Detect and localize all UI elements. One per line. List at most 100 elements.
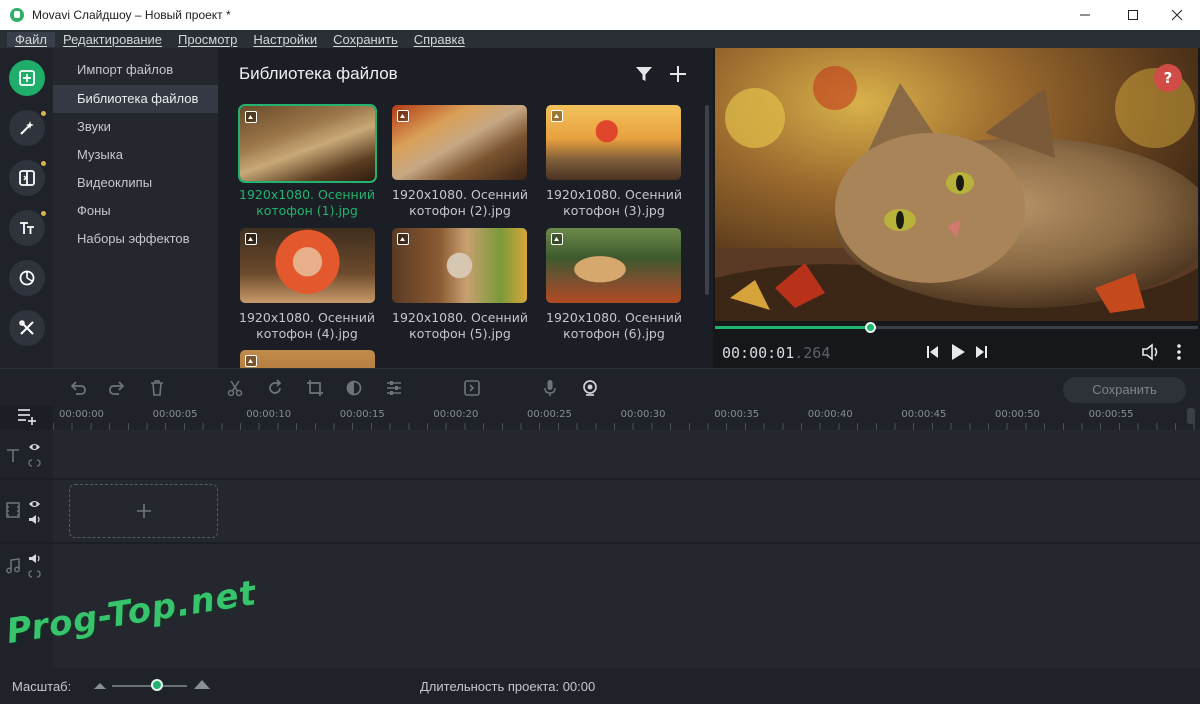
redo-icon[interactable]	[107, 378, 127, 398]
progress-fill	[715, 326, 870, 329]
add-track-icon[interactable]	[16, 406, 38, 426]
cut-icon[interactable]	[225, 378, 245, 398]
file-caption: 1920x1080. Осенний котофон (3).jpg	[546, 187, 682, 218]
new-content-dot	[41, 111, 46, 116]
new-content-dot	[41, 161, 46, 166]
speaker-icon[interactable]	[28, 553, 41, 564]
ruler-time-label: 00:00:25	[527, 409, 572, 420]
minimize-button[interactable]	[1062, 0, 1108, 30]
scale-label: Масштаб:	[12, 679, 72, 694]
menu-save[interactable]: Сохранить	[325, 32, 406, 47]
crop-icon[interactable]	[305, 378, 325, 398]
zoom-slider-handle[interactable]	[151, 679, 163, 691]
menu-view[interactable]: Просмотр	[170, 32, 245, 47]
file-thumbnail[interactable]	[238, 104, 377, 183]
file-thumbnail[interactable]	[392, 228, 527, 303]
category-item[interactable]: Звуки	[53, 113, 218, 141]
file-library: Библиотека файлов 1920x1080. Осенний кото…	[218, 48, 713, 368]
ruler-time-label: 00:00:00	[59, 409, 104, 420]
library-title: Библиотека файлов	[239, 64, 398, 83]
file-thumbnail[interactable]	[240, 350, 375, 368]
image-type-icon	[551, 110, 563, 122]
image-type-icon	[551, 233, 563, 245]
visibility-eye-icon[interactable]	[28, 499, 41, 509]
ruler-scroll-handle[interactable]	[1187, 408, 1195, 424]
file-thumbnail[interactable]	[240, 228, 375, 303]
ruler-time-label: 00:00:05	[152, 409, 198, 420]
ruler-time-label: 00:00:15	[339, 409, 385, 420]
save-button[interactable]: Сохранить	[1063, 377, 1186, 403]
play-icon[interactable]	[948, 342, 968, 362]
delete-icon[interactable]	[147, 378, 167, 398]
maximize-button[interactable]	[1110, 0, 1156, 30]
menu-bar: Файл Редактирование Просмотр Настройки С…	[0, 30, 1200, 48]
import-tool-button[interactable]	[9, 60, 45, 96]
category-item[interactable]: Видеоклипы	[53, 169, 218, 197]
close-button[interactable]	[1154, 0, 1200, 30]
zoom-in-icon[interactable]	[193, 678, 211, 690]
add-media-dropzone[interactable]	[69, 484, 218, 538]
file-thumbnail[interactable]	[546, 105, 681, 180]
previous-frame-icon[interactable]	[923, 342, 943, 362]
file-thumbnail[interactable]	[392, 105, 527, 180]
category-item[interactable]: Наборы эффектов	[53, 225, 218, 253]
menu-edit[interactable]: Редактирование	[55, 32, 170, 47]
more-options-icon[interactable]	[1169, 342, 1189, 362]
transitions-tool-button[interactable]	[9, 160, 45, 196]
image-type-icon	[397, 233, 409, 245]
file-caption: 1920x1080. Осенний котофон (2).jpg	[392, 187, 528, 218]
volume-icon[interactable]	[1140, 342, 1160, 362]
file-caption: 1920x1080. Осенний котофон (4).jpg	[239, 310, 375, 341]
zoom-out-icon[interactable]	[93, 680, 107, 690]
file-thumbnail[interactable]	[546, 228, 681, 303]
link-icon[interactable]	[28, 569, 41, 579]
color-adjust-icon[interactable]	[344, 378, 364, 398]
next-frame-icon[interactable]	[971, 342, 991, 362]
ruler-time-label: 00:00:30	[620, 409, 666, 420]
filter-icon[interactable]	[634, 64, 654, 84]
ruler-time-label: 00:00:50	[995, 409, 1040, 420]
timeline-ruler[interactable]: 00:00:00 00:00:05 00:00:10 00:00:15 00:00:20…	[53, 406, 1200, 430]
titles-tool-button[interactable]	[9, 210, 45, 246]
menu-file[interactable]: Файл	[7, 31, 55, 47]
webcam-icon[interactable]	[580, 378, 600, 398]
microphone-icon[interactable]	[540, 378, 560, 398]
library-scrollbar[interactable]	[705, 105, 709, 295]
timeline-toolbar: Сохранить	[0, 368, 1200, 406]
menu-settings[interactable]: Настройки	[245, 32, 325, 47]
ruler-time-label: 00:00:45	[901, 409, 947, 420]
visibility-eye-icon[interactable]	[28, 442, 41, 452]
clip-properties-icon[interactable]	[384, 378, 404, 398]
ruler-time-label: 00:00:40	[807, 409, 853, 420]
help-button[interactable]: ?	[1154, 64, 1182, 92]
import-icon	[19, 70, 35, 86]
window-title: Movavi Слайдшоу – Новый проект *	[32, 8, 231, 22]
category-item[interactable]: Библиотека файлов	[53, 85, 218, 113]
video-track[interactable]	[53, 480, 1200, 542]
clock-pie-icon	[19, 270, 35, 286]
ruler-ticks	[53, 423, 1200, 430]
category-item[interactable]: Музыка	[53, 141, 218, 169]
tool-strip	[0, 48, 53, 368]
transition-wizard-icon[interactable]	[462, 378, 482, 398]
preview-image	[715, 48, 1198, 321]
speaker-icon[interactable]	[28, 514, 41, 525]
ruler-time-label: 00:00:55	[1088, 409, 1134, 420]
title-track[interactable]	[53, 430, 1200, 478]
category-item[interactable]: Импорт файлов	[53, 56, 218, 84]
tools-tool-button[interactable]	[9, 310, 45, 346]
rotate-icon[interactable]	[265, 378, 285, 398]
undo-icon[interactable]	[68, 378, 88, 398]
link-icon[interactable]	[28, 458, 41, 468]
stickers-tool-button[interactable]	[9, 260, 45, 296]
timecode: 00:00:01.264	[722, 344, 831, 362]
wrench-screwdriver-icon	[19, 320, 34, 335]
effects-tool-button[interactable]	[9, 110, 45, 146]
progress-handle[interactable]	[864, 322, 876, 333]
file-caption: 1920x1080. Осенний котофон (5).jpg	[392, 310, 528, 341]
playback-progress[interactable]	[715, 322, 1198, 333]
zoom-slider[interactable]	[112, 685, 187, 687]
menu-help[interactable]: Справка	[406, 32, 473, 47]
category-item[interactable]: Фоны	[53, 197, 218, 225]
add-icon[interactable]	[668, 64, 688, 84]
